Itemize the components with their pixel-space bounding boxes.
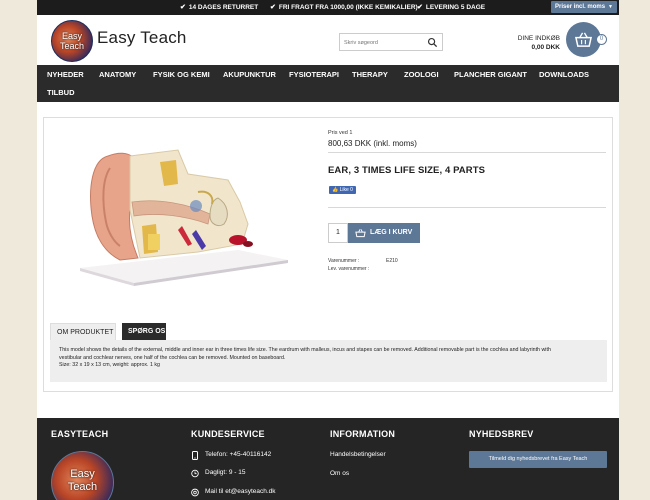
- product-image[interactable]: [78, 140, 290, 288]
- quantity-input[interactable]: 1: [328, 223, 348, 243]
- footer-title-nyhedsbrev: NYHEDSBREV: [469, 429, 534, 439]
- basket-icon: [355, 229, 366, 238]
- site-footer: EASYTEACH KUNDESERVICE INFORMATION NYHED…: [37, 418, 619, 500]
- divider: [328, 152, 606, 153]
- footer-title-information: INFORMATION: [330, 429, 396, 439]
- product-description: This model shows the details of the exte…: [50, 340, 607, 382]
- thumbs-up-icon: 👍: [332, 187, 340, 193]
- supplier-sku-row: Lev. varenummer :: [328, 266, 370, 272]
- chevron-down-icon: ▼: [608, 4, 613, 10]
- footer-link-om-os[interactable]: Om os: [330, 470, 349, 477]
- nav-item-anatomy[interactable]: ANATOMY: [99, 70, 136, 79]
- usp-free-shipping: ✔ FRI FRAGT FRA 1000,00 (IKKE KEMIKALIER): [270, 4, 418, 11]
- divider: [328, 207, 606, 208]
- main-nav: NYHEDER ANATOMY FYSIK OG KEMI AKUPUNKTUR…: [37, 65, 619, 102]
- top-usp-bar: ✔ 14 DAGES RETURRET ✔ FRI FRAGT FRA 1000,0…: [37, 0, 619, 15]
- check-icon: ✔: [180, 4, 186, 11]
- clock-icon: [191, 469, 199, 478]
- nav-item-therapy[interactable]: THERAPY: [352, 70, 388, 79]
- nav-item-plancher-gigant[interactable]: PLANCHER GIGANT: [454, 70, 527, 79]
- footer-title-kundeservice: KUNDESERVICE: [191, 429, 265, 439]
- phone-icon: [192, 451, 198, 460]
- usp-returns: ✔ 14 DAGES RETURRET: [180, 4, 259, 11]
- product-price: 800,63 DKK (inkl. moms): [328, 139, 417, 148]
- nav-item-downloads[interactable]: DOWNLOADS: [539, 70, 589, 79]
- brand-name[interactable]: Easy Teach: [97, 28, 187, 48]
- footer-link-handelsbetingelser[interactable]: Handelsbetingelser: [330, 451, 386, 458]
- usp-delivery: ✔ LEVERING 5 DAGE: [417, 4, 486, 11]
- sku-row: Varenummer : E210: [328, 258, 398, 264]
- check-icon: ✔: [270, 4, 276, 11]
- add-to-cart-button[interactable]: LÆG I KURV: [348, 223, 420, 243]
- nav-item-nyheder[interactable]: NYHEDER: [47, 70, 84, 79]
- footer-title-easyteach: EASYTEACH: [51, 429, 109, 439]
- price-quantity-label: Pris ved 1: [328, 130, 353, 136]
- product-card: Pris ved 1 800,63 DKK (inkl. moms) EAR, …: [43, 117, 613, 392]
- search-icon[interactable]: [427, 37, 438, 48]
- price-vat-toggle[interactable]: Priser incl. moms ▼: [551, 1, 617, 13]
- check-icon: ✔: [417, 4, 423, 11]
- nav-item-fysik-og-kemi[interactable]: FYSIK OG KEMI: [153, 70, 210, 79]
- nav-item-akupunktur[interactable]: AKUPUNKTUR: [223, 70, 276, 79]
- product-title: EAR, 3 TIMES LIFE SIZE, 4 PARTS: [328, 165, 486, 176]
- logo[interactable]: Easy Teach: [51, 20, 93, 62]
- newsletter-signup-button[interactable]: Tilmeld dig nyhedsbrevet fra Easy Teach: [469, 451, 607, 468]
- cart-count-badge: 0: [596, 34, 607, 45]
- basket-icon: [575, 32, 592, 47]
- nav-item-tilbud[interactable]: TILBUD: [47, 88, 75, 97]
- cart-summary[interactable]: DINE INDKØB 0,00 DKK: [518, 34, 560, 52]
- sku-value: E210: [386, 258, 398, 264]
- nav-item-fysioterapi[interactable]: FYSIOTERAPI: [289, 70, 339, 79]
- nav-item-zoologi[interactable]: ZOOLOGI: [404, 70, 439, 79]
- page-container: ✔ 14 DAGES RETURRET ✔ FRI FRAGT FRA 1000,0…: [37, 0, 619, 500]
- facebook-like-button[interactable]: 👍 Like 0: [329, 186, 356, 194]
- search-input[interactable]: [344, 37, 428, 48]
- search-box: [339, 33, 443, 51]
- tab-sporg-os[interactable]: SPØRG OS: [122, 323, 166, 340]
- site-header: Easy Teach Easy Teach DINE INDKØB 0,00 D…: [37, 15, 619, 65]
- footer-logo[interactable]: Easy Teach: [51, 451, 114, 500]
- tab-om-produktet[interactable]: OM PRODUKTET: [50, 323, 116, 340]
- at-icon: [191, 488, 199, 497]
